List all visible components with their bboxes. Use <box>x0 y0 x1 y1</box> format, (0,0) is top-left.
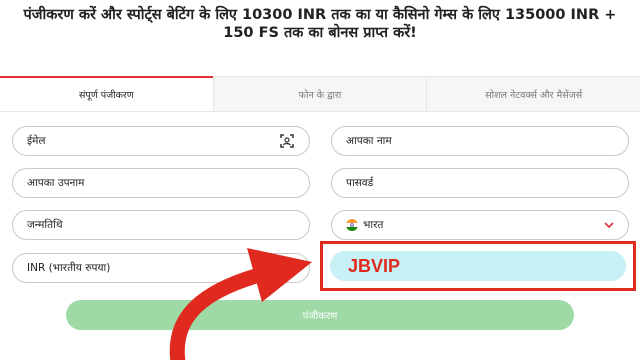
scan-icon[interactable] <box>279 133 295 149</box>
email-field-label: ईमेल <box>27 135 46 147</box>
india-flag-icon <box>346 219 358 231</box>
promo-code-highlight: JBVIP <box>320 241 636 291</box>
promo-code-input[interactable]: JBVIP <box>330 251 626 281</box>
tab-full-registration[interactable]: संपूर्ण पंजीकरण <box>0 76 214 111</box>
country-select-value: भारत <box>363 219 384 231</box>
registration-page: पंजीकरण करें और स्पोर्ट्स बेटिंग के लिए … <box>0 0 640 360</box>
country-select[interactable]: भारत <box>331 210 629 240</box>
password-field-label: पासवर्ड <box>346 177 374 189</box>
chevron-down-icon[interactable] <box>604 218 614 232</box>
bonus-headline: पंजीकरण करें और स्पोर्ट्स बेटिंग के लिए … <box>23 7 617 41</box>
first-name-field-label: आपका नाम <box>346 135 392 147</box>
tab-social-networks[interactable]: सोशल नेटवर्क्स और मैसेंजर्स <box>427 77 640 111</box>
currency-select[interactable]: INR (भारतीय रुपया) <box>12 253 310 283</box>
tab-by-phone[interactable]: फोन के द्वारा <box>213 77 428 111</box>
password-field[interactable]: पासवर्ड <box>331 168 629 198</box>
surname-field[interactable]: आपका उपनाम <box>12 168 310 198</box>
first-name-field[interactable]: आपका नाम <box>331 126 629 156</box>
currency-select-value: INR (भारतीय रुपया) <box>27 262 111 274</box>
registration-tabs: संपूर्ण पंजीकरण फोन के द्वारा सोशल नेटवर… <box>0 76 640 112</box>
register-button[interactable]: पंजीकरण <box>66 300 574 330</box>
email-field[interactable]: ईमेल <box>12 126 310 156</box>
surname-field-label: आपका उपनाम <box>27 177 85 189</box>
date-of-birth-field[interactable]: जन्मतिथि <box>12 210 310 240</box>
date-of-birth-field-label: जन्मतिथि <box>27 219 63 231</box>
